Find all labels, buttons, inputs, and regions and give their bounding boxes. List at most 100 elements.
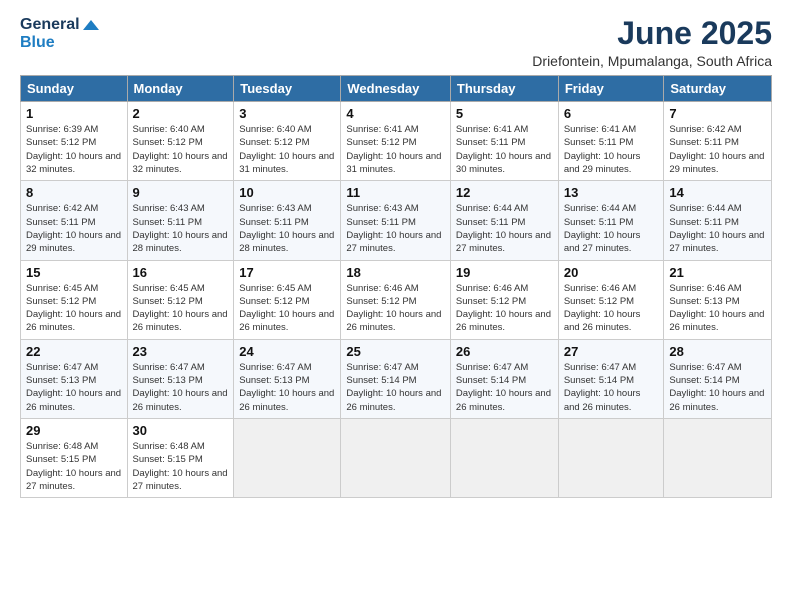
table-row: 3 Sunrise: 6:40 AM Sunset: 5:12 PM Daylig… (234, 102, 341, 181)
table-row: 21Sunrise: 6:46 AM Sunset: 5:13 PM Dayli… (664, 260, 772, 339)
day-number: 24 (239, 344, 335, 359)
col-wednesday: Wednesday (341, 76, 451, 102)
day-info: Sunrise: 6:45 AM Sunset: 5:12 PM Dayligh… (26, 282, 122, 335)
table-row: 29 Sunrise: 6:48 AM Sunset: 5:15 PM Dayli… (21, 418, 128, 497)
day-number: 2 (133, 106, 229, 121)
table-row: 17 Sunrise: 6:45 AM Sunset: 5:12 PM Dayli… (234, 260, 341, 339)
table-row: 10 Sunrise: 6:43 AM Sunset: 5:11 PM Dayli… (234, 181, 341, 260)
day-info: Sunrise: 6:42 AM Sunset: 5:11 PM Dayligh… (669, 123, 766, 176)
day-info: Sunrise: 6:40 AM Sunset: 5:12 PM Dayligh… (239, 123, 335, 176)
table-row: 14 Sunrise: 6:44 AM Sunset: 5:11 PM Dayli… (664, 181, 772, 260)
calendar-week-row: 29 Sunrise: 6:48 AM Sunset: 5:15 PM Dayli… (21, 418, 772, 497)
day-info: Sunrise: 6:41 AM Sunset: 5:11 PM Dayligh… (564, 123, 659, 176)
col-monday: Monday (127, 76, 234, 102)
day-number: 27 (564, 344, 659, 359)
col-sunday: Sunday (21, 76, 128, 102)
calendar-week-row: 8Sunrise: 6:42 AM Sunset: 5:11 PM Daylig… (21, 181, 772, 260)
calendar-week-row: 22 Sunrise: 6:47 AM Sunset: 5:13 PM Dayli… (21, 339, 772, 418)
day-number: 17 (239, 265, 335, 280)
table-row: 9 Sunrise: 6:43 AM Sunset: 5:11 PM Daylig… (127, 181, 234, 260)
table-row: 1 Sunrise: 6:39 AM Sunset: 5:12 PM Daylig… (21, 102, 128, 181)
table-row: 23 Sunrise: 6:47 AM Sunset: 5:13 PM Dayli… (127, 339, 234, 418)
day-info: Sunrise: 6:41 AM Sunset: 5:12 PM Dayligh… (346, 123, 445, 176)
day-number: 16 (133, 265, 229, 280)
day-info: Sunrise: 6:48 AM Sunset: 5:15 PM Dayligh… (133, 440, 229, 493)
table-row: 26 Sunrise: 6:47 AM Sunset: 5:14 PM Dayli… (450, 339, 558, 418)
day-number: 3 (239, 106, 335, 121)
table-row: 24 Sunrise: 6:47 AM Sunset: 5:13 PM Dayli… (234, 339, 341, 418)
table-row (341, 418, 451, 497)
title-block: June 2025 Driefontein, Mpumalanga, South… (532, 16, 772, 69)
day-number: 20 (564, 265, 659, 280)
table-row: 20 Sunrise: 6:46 AM Sunset: 5:12 PM Dayli… (558, 260, 664, 339)
table-row: 16 Sunrise: 6:45 AM Sunset: 5:12 PM Dayli… (127, 260, 234, 339)
col-tuesday: Tuesday (234, 76, 341, 102)
day-info: Sunrise: 6:42 AM Sunset: 5:11 PM Dayligh… (26, 202, 122, 255)
day-info: Sunrise: 6:43 AM Sunset: 5:11 PM Dayligh… (133, 202, 229, 255)
day-info: Sunrise: 6:46 AM Sunset: 5:12 PM Dayligh… (346, 282, 445, 335)
day-info: Sunrise: 6:46 AM Sunset: 5:12 PM Dayligh… (564, 282, 659, 335)
day-number: 10 (239, 185, 335, 200)
month-title: June 2025 (532, 16, 772, 51)
table-row (234, 418, 341, 497)
day-number: 25 (346, 344, 445, 359)
table-row: 8Sunrise: 6:42 AM Sunset: 5:11 PM Daylig… (21, 181, 128, 260)
calendar-week-row: 1 Sunrise: 6:39 AM Sunset: 5:12 PM Daylig… (21, 102, 772, 181)
day-number: 13 (564, 185, 659, 200)
day-number: 12 (456, 185, 553, 200)
day-info: Sunrise: 6:45 AM Sunset: 5:12 PM Dayligh… (239, 282, 335, 335)
day-info: Sunrise: 6:47 AM Sunset: 5:14 PM Dayligh… (564, 361, 659, 414)
day-info: Sunrise: 6:47 AM Sunset: 5:14 PM Dayligh… (669, 361, 766, 414)
calendar-week-row: 15Sunrise: 6:45 AM Sunset: 5:12 PM Dayli… (21, 260, 772, 339)
logo: General Blue (20, 16, 99, 51)
day-number: 26 (456, 344, 553, 359)
table-row: 15Sunrise: 6:45 AM Sunset: 5:12 PM Dayli… (21, 260, 128, 339)
calendar-table: Sunday Monday Tuesday Wednesday Thursday… (20, 75, 772, 498)
table-row (450, 418, 558, 497)
day-number: 4 (346, 106, 445, 121)
page: General Blue June 2025 Driefontein, Mpum… (0, 0, 792, 612)
table-row: 30 Sunrise: 6:48 AM Sunset: 5:15 PM Dayli… (127, 418, 234, 497)
day-number: 23 (133, 344, 229, 359)
table-row: 2Sunrise: 6:40 AM Sunset: 5:12 PM Daylig… (127, 102, 234, 181)
day-number: 22 (26, 344, 122, 359)
table-row: 4 Sunrise: 6:41 AM Sunset: 5:12 PM Daylig… (341, 102, 451, 181)
day-number: 14 (669, 185, 766, 200)
day-number: 29 (26, 423, 122, 438)
table-row: 7 Sunrise: 6:42 AM Sunset: 5:11 PM Daylig… (664, 102, 772, 181)
day-info: Sunrise: 6:47 AM Sunset: 5:13 PM Dayligh… (26, 361, 122, 414)
day-info: Sunrise: 6:39 AM Sunset: 5:12 PM Dayligh… (26, 123, 122, 176)
table-row: 19Sunrise: 6:46 AM Sunset: 5:12 PM Dayli… (450, 260, 558, 339)
calendar-header-row: Sunday Monday Tuesday Wednesday Thursday… (21, 76, 772, 102)
col-saturday: Saturday (664, 76, 772, 102)
day-info: Sunrise: 6:43 AM Sunset: 5:11 PM Dayligh… (239, 202, 335, 255)
day-number: 7 (669, 106, 766, 121)
day-info: Sunrise: 6:47 AM Sunset: 5:13 PM Dayligh… (133, 361, 229, 414)
table-row: 25Sunrise: 6:47 AM Sunset: 5:14 PM Dayli… (341, 339, 451, 418)
day-info: Sunrise: 6:44 AM Sunset: 5:11 PM Dayligh… (669, 202, 766, 255)
day-number: 28 (669, 344, 766, 359)
day-info: Sunrise: 6:47 AM Sunset: 5:13 PM Dayligh… (239, 361, 335, 414)
table-row: 11 Sunrise: 6:43 AM Sunset: 5:11 PM Dayli… (341, 181, 451, 260)
header: General Blue June 2025 Driefontein, Mpum… (20, 16, 772, 69)
table-row: 27 Sunrise: 6:47 AM Sunset: 5:14 PM Dayli… (558, 339, 664, 418)
day-number: 11 (346, 185, 445, 200)
day-info: Sunrise: 6:45 AM Sunset: 5:12 PM Dayligh… (133, 282, 229, 335)
day-number: 5 (456, 106, 553, 121)
day-info: Sunrise: 6:47 AM Sunset: 5:14 PM Dayligh… (456, 361, 553, 414)
day-info: Sunrise: 6:41 AM Sunset: 5:11 PM Dayligh… (456, 123, 553, 176)
col-friday: Friday (558, 76, 664, 102)
day-info: Sunrise: 6:48 AM Sunset: 5:15 PM Dayligh… (26, 440, 122, 493)
day-number: 18 (346, 265, 445, 280)
day-info: Sunrise: 6:46 AM Sunset: 5:13 PM Dayligh… (669, 282, 766, 335)
table-row: 5 Sunrise: 6:41 AM Sunset: 5:11 PM Daylig… (450, 102, 558, 181)
day-info: Sunrise: 6:43 AM Sunset: 5:11 PM Dayligh… (346, 202, 445, 255)
day-number: 1 (26, 106, 122, 121)
table-row: 28 Sunrise: 6:47 AM Sunset: 5:14 PM Dayli… (664, 339, 772, 418)
day-number: 19 (456, 265, 553, 280)
day-number: 6 (564, 106, 659, 121)
day-number: 30 (133, 423, 229, 438)
table-row: 22 Sunrise: 6:47 AM Sunset: 5:13 PM Dayli… (21, 339, 128, 418)
day-number: 9 (133, 185, 229, 200)
table-row: 13Sunrise: 6:44 AM Sunset: 5:11 PM Dayli… (558, 181, 664, 260)
